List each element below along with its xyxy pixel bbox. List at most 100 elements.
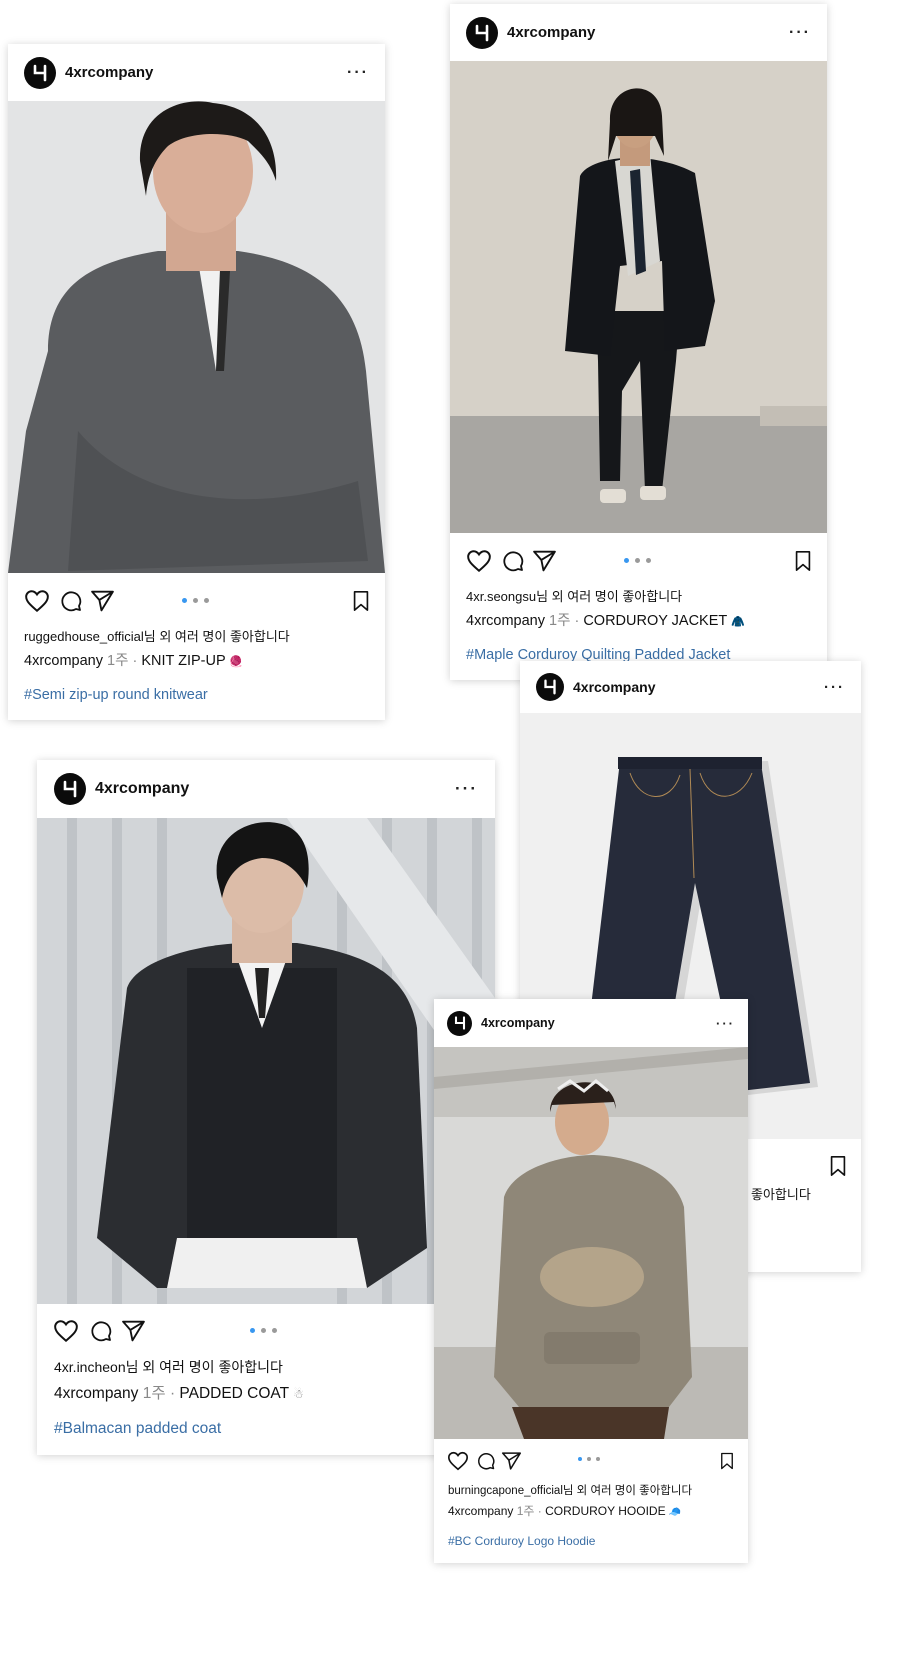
caption-author[interactable]: 4xrcompany <box>54 1385 138 1402</box>
post-header: 4xrcompany ··· <box>450 4 827 61</box>
post-time: 1주 <box>142 1385 166 1402</box>
carousel-dot <box>596 1457 600 1461</box>
heart-icon[interactable] <box>447 1450 469 1472</box>
likes-suffix: 님 외 여러 명이 좋아합니다 <box>536 589 683 604</box>
caption-author[interactable]: 4xrcompany <box>24 653 103 669</box>
caption: 4xrcompany 1주 · CORDUROY JACKET 🧥 <box>466 609 745 630</box>
likes-text: ruggedhouse_official님 외 여러 명이 좋아합니다 <box>24 626 290 645</box>
comment-icon[interactable] <box>501 548 525 574</box>
liker-username[interactable]: burningcapone_official <box>448 1485 563 1497</box>
caption-author[interactable]: 4xrcompany <box>466 613 545 629</box>
action-bar <box>37 1318 495 1350</box>
likes-suffix: 님 외 여러 명이 좋아합니다 <box>562 1485 693 1497</box>
caption-separator: · <box>570 613 584 629</box>
brand-logo-icon <box>63 780 77 798</box>
post-header: 4xrcompany ··· <box>8 44 385 101</box>
avatar[interactable] <box>54 773 86 805</box>
heart-icon[interactable] <box>24 588 50 614</box>
send-icon[interactable] <box>501 1450 522 1472</box>
bookmark-icon[interactable] <box>718 1450 736 1472</box>
carousel-dot-active <box>182 598 187 603</box>
post-username[interactable]: 4xrcompany <box>507 24 595 41</box>
carousel-dot <box>261 1328 266 1333</box>
carousel-dot-active <box>624 558 629 563</box>
brand-logo-icon <box>544 679 556 695</box>
likes-text: 4xr.seongsu님 외 여러 명이 좋아합니다 <box>466 586 682 605</box>
carousel-dot <box>193 598 198 603</box>
post-photo <box>450 61 827 533</box>
carousel-dot <box>635 558 640 563</box>
bookmark-icon[interactable] <box>827 1153 849 1179</box>
likes-text: 4xr.incheon님 외 여러 명이 좋아합니다 <box>54 1357 283 1377</box>
caption: 4xrcompany 1주 · KNIT ZIP-UP 🧶 <box>24 649 243 670</box>
post-username[interactable]: 4xrcompany <box>481 1016 555 1030</box>
caption-author[interactable]: 4xrcompany <box>448 1504 513 1518</box>
action-bar <box>450 548 827 580</box>
heart-icon[interactable] <box>466 548 492 574</box>
brand-logo-icon <box>33 64 47 81</box>
caption-emoji: 🧶 <box>229 656 244 668</box>
caption-separator: · <box>534 1504 546 1518</box>
caption-emoji: 🧥 <box>731 616 745 628</box>
likes-suffix: 님 외 여러 명이 좋아합니다 <box>125 1359 283 1375</box>
action-bar <box>434 1450 748 1476</box>
send-icon[interactable] <box>121 1318 146 1344</box>
caption-emoji: 🧢 <box>668 1507 682 1518</box>
carousel-dots <box>250 1328 277 1333</box>
post-username[interactable]: 4xrcompany <box>65 64 153 81</box>
send-icon[interactable] <box>532 548 557 574</box>
avatar[interactable] <box>24 56 56 89</box>
post-card-knit: 4xrcompany ··· ruggedhouse_official님 외 여… <box>8 44 385 720</box>
caption-text: PADDED COAT <box>179 1385 289 1402</box>
carousel-dot <box>587 1457 591 1461</box>
liker-username[interactable]: 4xr.incheon <box>54 1359 126 1375</box>
more-icon[interactable]: ··· <box>824 679 845 696</box>
caption-emoji: ☃ <box>293 1387 304 1401</box>
post-card-hoodie: 4xrcompany ··· burningcapone_official님 외… <box>434 999 748 1563</box>
bookmark-icon[interactable] <box>350 588 372 614</box>
send-icon[interactable] <box>90 588 115 614</box>
post-card-coat: 4xrcompany ··· 4xr.incheon님 외 여러 명이 좋아합니… <box>37 760 495 1455</box>
post-card-jacket: 4xrcompany ··· 4xr.seongsu님 외 여러 명이 좋아합니… <box>450 4 827 680</box>
carousel-dot <box>272 1328 277 1333</box>
carousel-dot-active <box>578 1457 582 1461</box>
avatar[interactable] <box>536 673 564 701</box>
heart-icon[interactable] <box>53 1318 79 1344</box>
post-username[interactable]: 4xrcompany <box>95 780 189 798</box>
caption: 4xrcompany 1주 · CORDUROY HOOIDE 🧢 <box>448 1502 681 1519</box>
carousel-dot <box>204 598 209 603</box>
carousel-dots <box>578 1457 600 1461</box>
likes-suffix: 님 외 여러 명이 좋아합니다 <box>143 629 290 644</box>
brand-logo-icon <box>454 1016 465 1030</box>
liker-username[interactable]: ruggedhouse_official <box>24 629 144 644</box>
more-icon[interactable]: ··· <box>347 64 369 82</box>
likes-text: 좋아합니다 <box>751 1187 811 1202</box>
post-time: 1주 <box>107 653 129 669</box>
action-bar <box>8 588 385 620</box>
post-photo <box>434 1047 748 1439</box>
post-photo <box>37 818 495 1304</box>
caption: 4xrcompany 1주 · PADDED COAT ☃ <box>54 1381 304 1403</box>
hashtag-link[interactable]: #BC Corduroy Logo Hoodie <box>448 1534 595 1548</box>
likes-text: burningcapone_official님 외 여러 명이 좋아합니다 <box>448 1482 692 1498</box>
avatar[interactable] <box>447 1010 472 1036</box>
hashtag-link[interactable]: #Balmacan padded coat <box>54 1420 221 1438</box>
comment-icon[interactable] <box>89 1318 113 1344</box>
more-icon[interactable]: ··· <box>455 779 478 799</box>
comment-icon[interactable] <box>476 1450 496 1472</box>
more-icon[interactable]: ··· <box>789 24 811 42</box>
bookmark-icon[interactable] <box>792 548 814 574</box>
carousel-dot <box>646 558 651 563</box>
liker-username[interactable]: 4xr.seongsu <box>466 589 536 604</box>
post-photo <box>8 101 385 573</box>
post-time: 1주 <box>549 613 571 629</box>
hashtag-link[interactable]: #Semi zip-up round knitwear <box>24 687 208 703</box>
more-icon[interactable]: ··· <box>716 1016 735 1031</box>
comment-icon[interactable] <box>59 588 83 614</box>
post-header: 4xrcompany ··· <box>37 760 495 818</box>
avatar[interactable] <box>466 16 498 49</box>
post-header: 4xrcompany ··· <box>434 999 748 1047</box>
caption-text: CORDUROY HOOIDE <box>545 1504 666 1518</box>
post-username[interactable]: 4xrcompany <box>573 679 655 695</box>
caption-separator: · <box>165 1385 180 1402</box>
